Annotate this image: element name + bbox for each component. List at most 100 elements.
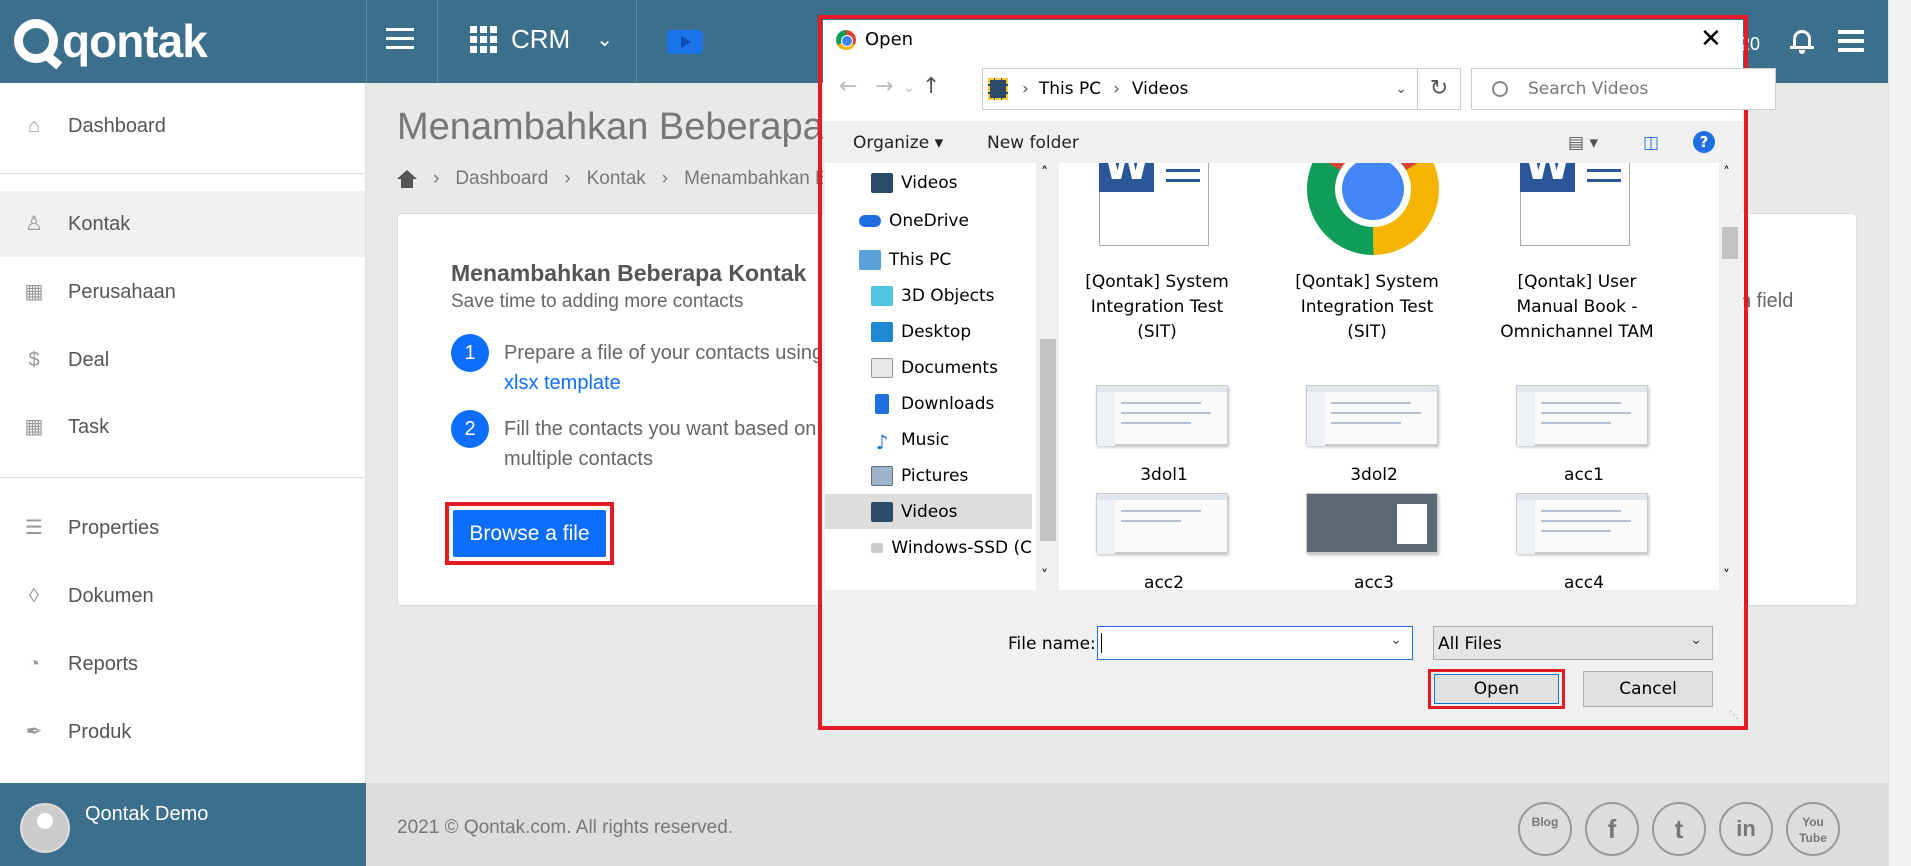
user-name: Qontak Demo — [85, 803, 209, 825]
dialog-titlebar[interactable]: Open ✕ — [823, 20, 1743, 60]
file-list-scrollbar[interactable]: ˄ ˅ — [1719, 163, 1741, 590]
browse-file-button[interactable]: Browse a file — [453, 510, 606, 557]
chevron-down-icon[interactable]: ⌄ — [1395, 81, 1407, 97]
scroll-up-icon[interactable]: ˄ — [1041, 165, 1048, 181]
tree-item-3d-objects[interactable]: 3D Objects — [825, 278, 1032, 313]
path-this-pc[interactable]: This PC — [1039, 79, 1101, 99]
up-arrow-icon[interactable]: ↑ — [922, 74, 940, 99]
sidebar-item-task[interactable]: ▦ Task — [0, 394, 365, 460]
bell-icon[interactable] — [1790, 28, 1814, 54]
file-name-input[interactable]: ⌄ — [1097, 626, 1413, 660]
sidebar-item-reports[interactable]: ◔ Reports — [0, 631, 365, 697]
forward-arrow-icon[interactable]: → — [875, 74, 893, 99]
twitter-icon[interactable]: t — [1652, 802, 1706, 856]
address-bar[interactable]: › This PC › Videos ⌄ — [982, 68, 1418, 110]
xlsx-template-link[interactable]: xlsx template — [504, 372, 621, 394]
layers-icon: ◊ — [29, 585, 39, 607]
home-icon[interactable] — [397, 170, 417, 188]
video-tutorial-icon[interactable] — [667, 30, 703, 54]
close-icon[interactable]: ✕ — [1700, 24, 1722, 54]
recent-dropdown-icon[interactable]: ⌄ — [903, 80, 915, 96]
resize-grip-icon[interactable]: ⋱ — [1729, 710, 1739, 721]
sidebar-item-perusahaan[interactable]: ▦ Perusahaan — [0, 259, 365, 325]
image-thumbnail — [1516, 385, 1648, 446]
tree-item-windows-ssd[interactable]: Windows-SSD (C — [825, 530, 1032, 565]
view-options-icon[interactable]: ▤ ▾ — [1568, 133, 1598, 153]
new-folder-button[interactable]: New folder — [987, 133, 1079, 153]
avatar — [20, 803, 70, 853]
cancel-button[interactable]: Cancel — [1583, 671, 1713, 707]
divider — [437, 0, 438, 83]
sidebar-item-dashboard[interactable]: ⌂ Dashboard — [0, 93, 365, 159]
tree-item-onedrive[interactable]: OneDrive — [825, 203, 1032, 238]
onedrive-icon — [859, 214, 881, 227]
image-thumbnail — [1096, 385, 1228, 446]
search-box[interactable]: Search Videos — [1471, 68, 1776, 110]
search-input[interactable]: Search Videos — [1528, 79, 1648, 99]
sidebar-item-properties[interactable]: ☰ Properties — [0, 495, 365, 561]
breadcrumb-dashboard[interactable]: Dashboard — [455, 168, 548, 190]
refresh-icon[interactable]: ↻ — [1417, 68, 1461, 110]
path-separator: › — [1022, 79, 1029, 99]
tree-item-videos-selected[interactable]: Videos — [825, 494, 1032, 529]
blog-icon[interactable]: Blog — [1518, 802, 1572, 856]
scroll-thumb[interactable] — [1722, 227, 1738, 259]
downloads-icon — [875, 393, 889, 414]
image-thumbnail — [1096, 493, 1228, 554]
tree-item-music[interactable]: ♪ Music — [825, 422, 1032, 457]
facebook-icon[interactable]: f — [1585, 802, 1639, 856]
sidebar-item-dokumen[interactable]: ◊ Dokumen — [0, 563, 365, 629]
open-button[interactable]: Open — [1434, 674, 1559, 704]
tree-item-videos[interactable]: Videos — [825, 165, 1032, 200]
footer: 2021 © Qontak.com. All rights reserved. … — [366, 783, 1888, 866]
help-icon[interactable]: ? — [1693, 131, 1715, 153]
module-switcher[interactable]: CRM ⌄ — [470, 24, 613, 55]
tree-item-downloads[interactable]: Downloads — [825, 386, 1032, 421]
qontak-logo[interactable]: qontak — [14, 14, 208, 68]
tree-item-this-pc[interactable]: This PC — [825, 242, 1032, 277]
tree-item-pictures[interactable]: Pictures — [825, 458, 1032, 493]
word-file-icon: W — [1520, 163, 1630, 246]
divider — [366, 0, 367, 83]
file-type-select[interactable]: All Files ⌄ — [1433, 626, 1713, 660]
chevron-down-icon: ⌄ — [1690, 632, 1702, 648]
youtube-icon[interactable]: You Tube — [1786, 802, 1840, 856]
sidebar-item-kontak[interactable]: ♙ Kontak — [0, 191, 365, 257]
step-number: 2 — [451, 410, 489, 448]
breadcrumb-separator: › — [661, 168, 669, 189]
file-name: 3dol1 — [1140, 465, 1188, 485]
scroll-up-icon[interactable]: ˄ — [1723, 165, 1730, 181]
linkedin-icon[interactable]: in — [1719, 802, 1773, 856]
breadcrumb-separator: › — [433, 168, 440, 189]
sidebar-toggle-icon[interactable] — [378, 28, 418, 56]
chevron-down-icon[interactable]: ⌄ — [1390, 632, 1402, 648]
step-1-text: Prepare a file of your contacts using xl… — [504, 342, 824, 394]
videos-folder-icon — [988, 78, 1008, 100]
home-icon: ⌂ — [27, 115, 41, 137]
breadcrumb-separator: › — [564, 168, 571, 189]
file-name-label: File name: — [1008, 634, 1096, 654]
main-menu-icon[interactable] — [1838, 30, 1864, 57]
drive-icon — [871, 542, 884, 553]
module-label: CRM — [511, 24, 571, 54]
page-scrollbar[interactable] — [1888, 0, 1911, 866]
organize-menu[interactable]: Organize ▾ — [853, 133, 943, 153]
tree-item-documents[interactable]: Documents — [825, 350, 1032, 385]
scroll-down-icon[interactable]: ˅ — [1723, 568, 1730, 584]
breadcrumb-kontak[interactable]: Kontak — [587, 168, 646, 190]
sidebar-item-deal[interactable]: $ Deal — [0, 327, 365, 393]
documents-icon — [871, 357, 893, 378]
user-profile[interactable]: Qontak Demo — [0, 783, 366, 866]
sidebar-item-produk[interactable]: ✒ Produk — [0, 699, 365, 765]
users-icon: ♙ — [25, 213, 43, 235]
image-thumbnail — [1516, 493, 1648, 554]
tree-item-desktop[interactable]: Desktop — [825, 314, 1032, 349]
preview-pane-icon[interactable]: ◫ — [1643, 133, 1659, 153]
tree-scrollbar[interactable]: ˄ ˅ — [1037, 163, 1059, 590]
divider — [0, 173, 365, 174]
scroll-down-icon[interactable]: ˅ — [1041, 568, 1048, 584]
path-videos[interactable]: Videos — [1132, 79, 1189, 99]
chrome-icon — [836, 30, 856, 50]
back-arrow-icon[interactable]: ← — [839, 74, 857, 99]
scroll-thumb[interactable] — [1040, 339, 1056, 541]
